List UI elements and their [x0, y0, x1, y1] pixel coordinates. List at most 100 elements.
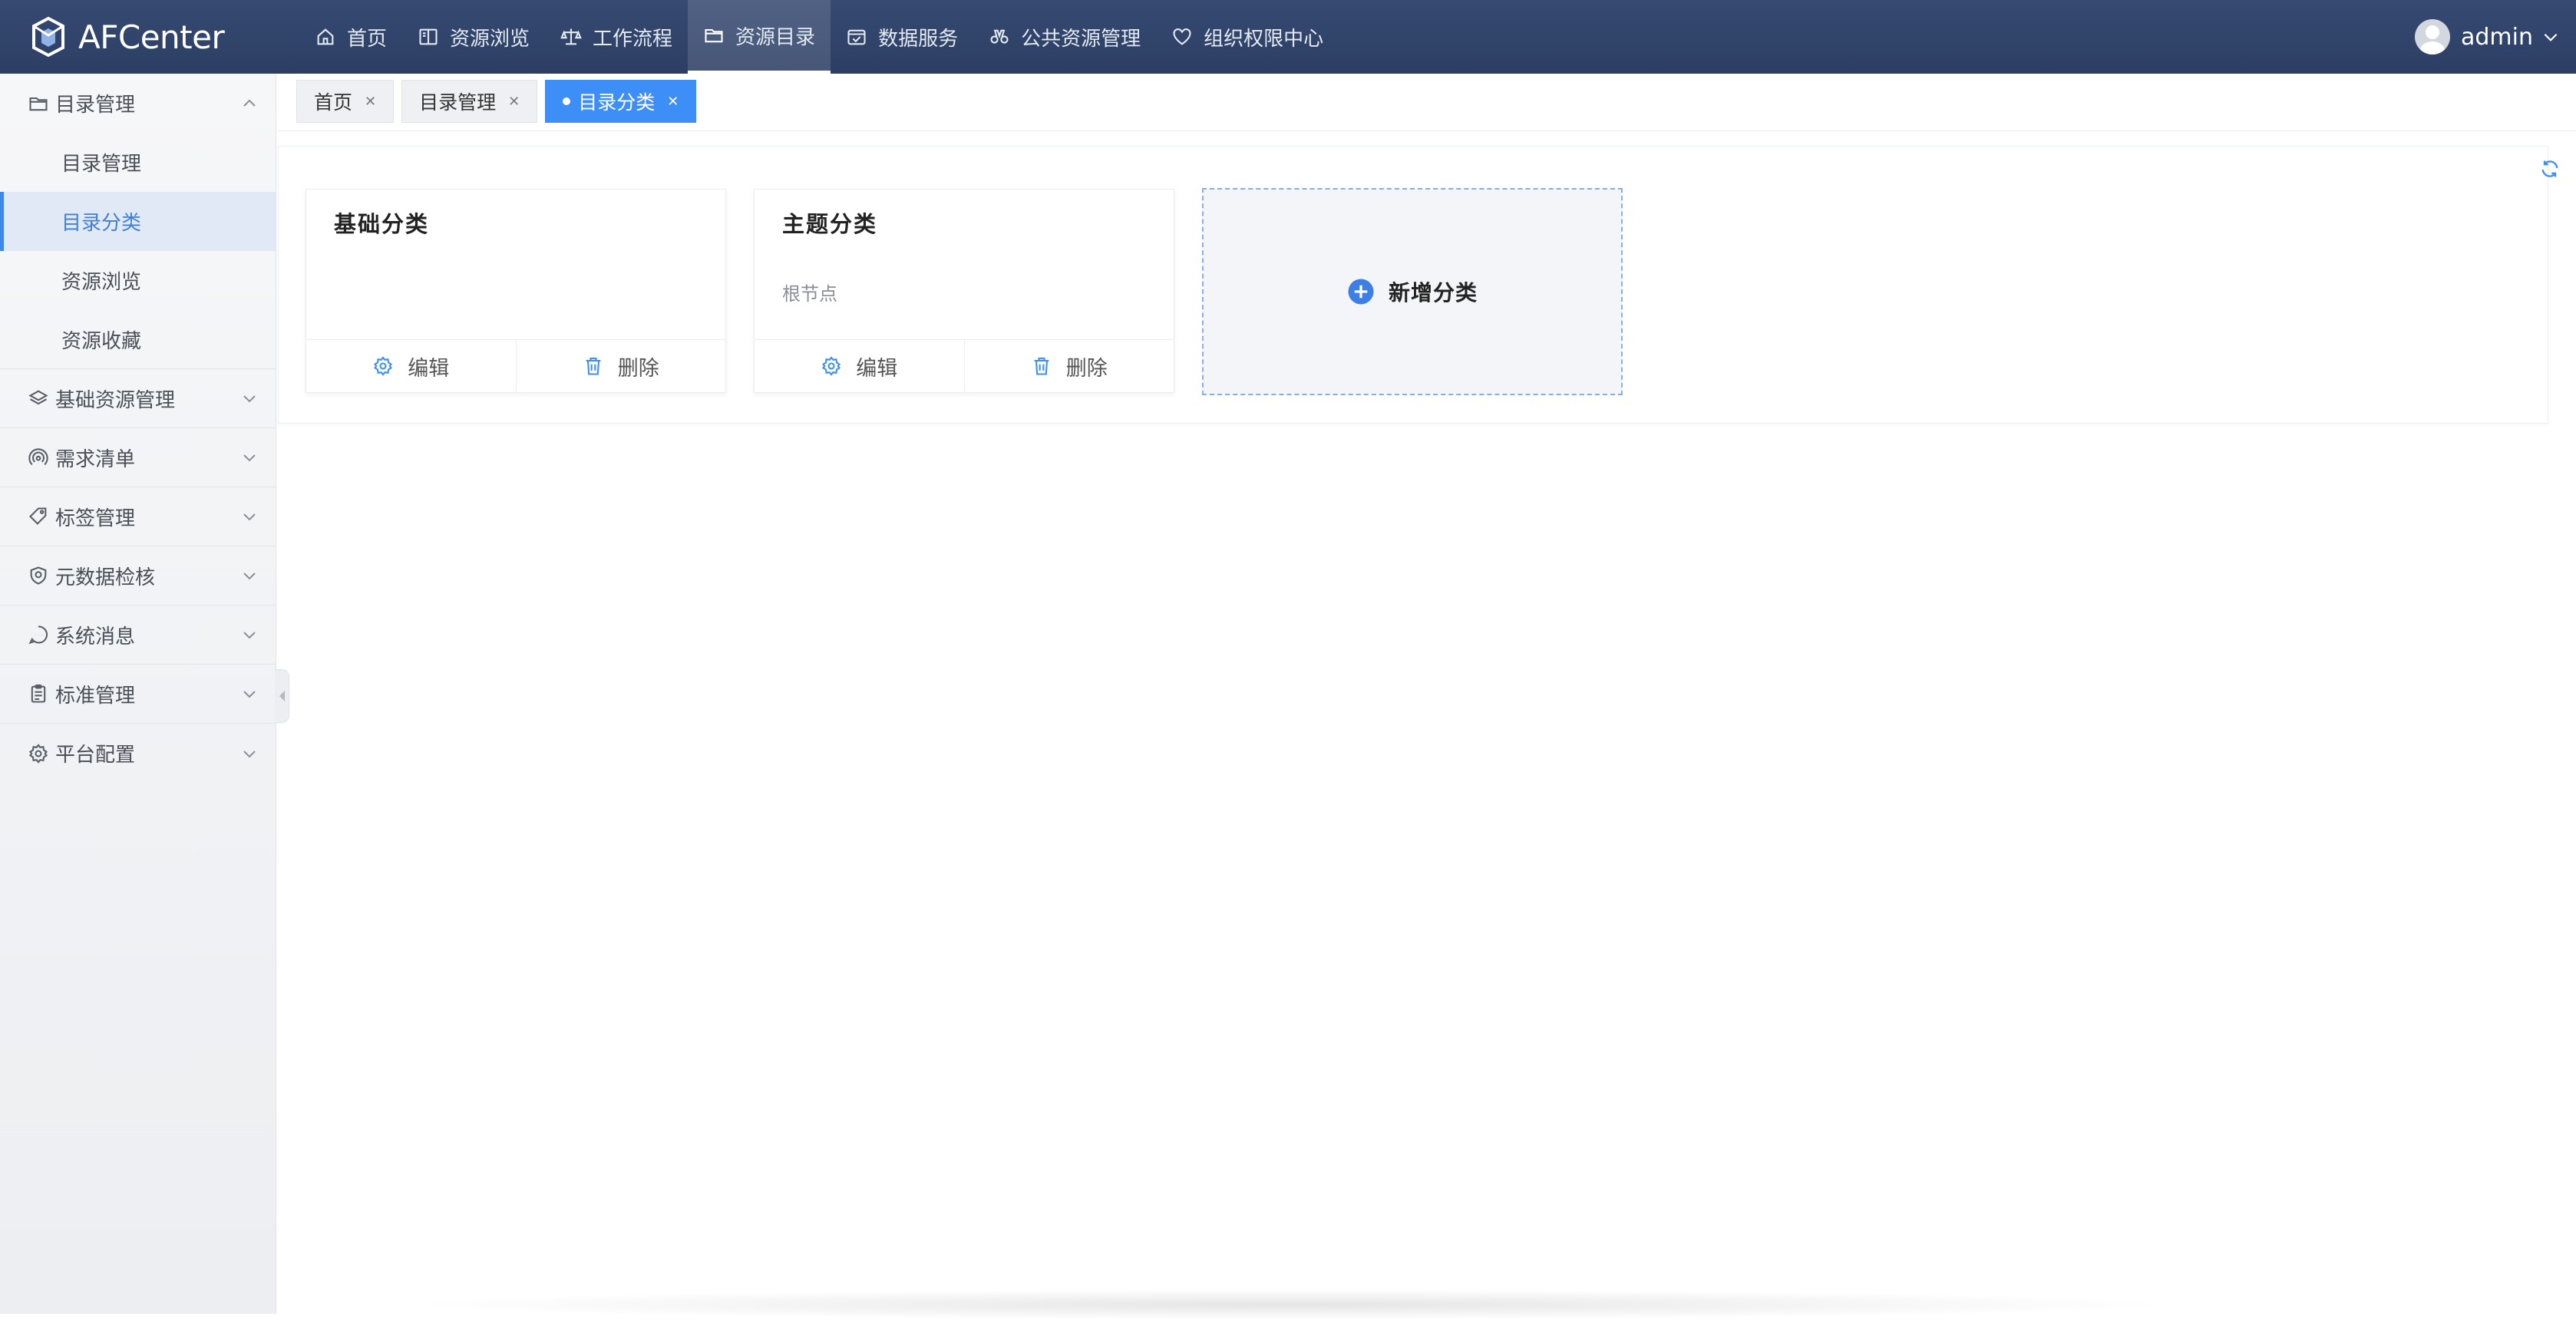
menu-title-label: 目录管理: [55, 94, 136, 117]
menu-title-label: 需求清单: [55, 447, 136, 471]
sidebar: 目录管理 目录管理 目录分类 资源浏览 资源收藏 基础资源管理 需求清单 标签管…: [0, 74, 276, 1314]
menu-title-catalog[interactable]: 目录管理: [0, 74, 276, 133]
page-tabs: 首页 ✕ 目录管理 ✕ 目录分类 ✕: [296, 80, 704, 123]
sidebar-item-resource-favorite[interactable]: 资源收藏: [0, 310, 276, 369]
bottom-shadow: [399, 1289, 2180, 1320]
main-nav: 首页 资源浏览 工作流程 资源目录 数据服务 公共资源管理 组织权限中心: [299, 0, 1339, 74]
trash-icon: [1034, 358, 1049, 375]
category-card: 基础分类 编辑 删除: [305, 189, 726, 393]
afcenter-logo-icon: [32, 16, 64, 58]
menu-title-label: 基础资源管理: [55, 388, 176, 412]
book-icon: [419, 28, 438, 45]
chevron-down-icon: [243, 750, 256, 757]
folder-icon: [29, 97, 48, 111]
card-actions: 编辑 删除: [306, 339, 725, 392]
gear-icon: [822, 356, 841, 376]
menu-title-tags[interactable]: 标签管理: [0, 487, 276, 546]
nav-item-label: 首页: [347, 27, 388, 51]
binoculars-icon: [990, 29, 1009, 44]
menu-title-system-messages[interactable]: 系统消息: [0, 606, 276, 665]
nav-item-workflow[interactable]: 工作流程: [545, 0, 688, 74]
menu-title-metadata-check[interactable]: 元数据检核: [0, 546, 276, 606]
menu-title-label: 标签管理: [55, 507, 136, 530]
folder-icon: [705, 28, 723, 43]
delete-label: 删除: [617, 356, 659, 381]
tag-icon: [29, 507, 47, 525]
plus-circle-icon: [1348, 279, 1374, 305]
menu-title-label: 元数据检核: [55, 566, 156, 589]
menu-group-catalog: 目录管理 目录管理 目录分类 资源浏览 资源收藏: [0, 74, 276, 369]
tab-label: 首页: [314, 91, 353, 114]
close-icon[interactable]: ✕: [667, 94, 679, 110]
tab-catalog-manage[interactable]: 目录管理 ✕: [401, 80, 538, 123]
signal-icon: [28, 448, 48, 466]
edit-label: 编辑: [856, 356, 898, 381]
menu-title-label: 系统消息: [55, 625, 136, 648]
top-navbar: AFCenter 首页 资源浏览 工作流程 资源目录 数据服务 公共资源管理 组…: [0, 0, 2576, 74]
menu-title-standards[interactable]: 标准管理: [0, 665, 276, 724]
scale-icon: [560, 28, 582, 45]
sidebar-collapse-handle[interactable]: [275, 669, 289, 723]
tabs-divider: [278, 130, 2576, 131]
tab-label: 目录管理: [419, 91, 497, 114]
menu-group-standards: 标准管理: [0, 665, 276, 724]
avatar: [2415, 19, 2450, 54]
close-icon[interactable]: ✕: [508, 94, 520, 110]
card-description: 根节点: [782, 283, 837, 305]
card-title: 基础分类: [334, 211, 430, 237]
delete-label: 删除: [1065, 356, 1108, 381]
nav-item-label: 资源浏览: [450, 27, 530, 51]
nav-item-home[interactable]: 首页: [299, 0, 402, 74]
shield-heart-icon: [1173, 28, 1191, 45]
nav-item-resource-browse[interactable]: 资源浏览: [402, 0, 545, 74]
sidebar-item-label: 目录管理: [61, 153, 142, 176]
nav-item-data-service[interactable]: 数据服务: [831, 0, 973, 74]
nav-item-resource-catalog[interactable]: 资源目录: [688, 0, 831, 74]
refresh-icon[interactable]: [2539, 158, 2561, 180]
sidebar-item-label: 目录分类: [61, 212, 142, 235]
active-dot-icon: [563, 97, 571, 105]
delete-button[interactable]: 删除: [963, 340, 1174, 392]
tab-home[interactable]: 首页 ✕: [296, 80, 395, 123]
card-title: 主题分类: [782, 211, 878, 237]
chevron-down-icon: [243, 513, 256, 521]
tab-catalog-category[interactable]: 目录分类 ✕: [545, 80, 697, 123]
nav-item-label: 数据服务: [878, 27, 959, 51]
sidebar-item-resource-browse[interactable]: 资源浏览: [0, 251, 276, 310]
user-menu[interactable]: admin: [2415, 0, 2561, 74]
app-name: AFCenter: [78, 18, 225, 56]
menu-title-label: 标准管理: [55, 684, 136, 708]
category-card: 主题分类 根节点 编辑 删除: [754, 189, 1174, 393]
close-icon[interactable]: ✕: [365, 94, 376, 110]
chevron-down-icon: [243, 454, 256, 462]
sidebar-item-catalog-manage[interactable]: 目录管理: [0, 133, 276, 192]
menu-title-platform-config[interactable]: 平台配置: [0, 724, 276, 783]
edit-button[interactable]: 编辑: [306, 340, 516, 392]
sidebar-item-catalog-category[interactable]: 目录分类: [0, 192, 276, 251]
nav-item-label: 资源目录: [735, 25, 816, 49]
chevron-down-icon: [243, 691, 256, 698]
calendar-check-icon: [847, 29, 866, 45]
home-icon: [317, 28, 334, 45]
add-category-label: 新增分类: [1388, 280, 1478, 305]
add-category-button[interactable]: 新增分类: [1202, 188, 1623, 395]
menu-title-label: 平台配置: [55, 744, 136, 767]
chevron-down-icon: [243, 632, 256, 639]
menu-group-tags: 标签管理: [0, 487, 276, 546]
nav-item-org-permission[interactable]: 组织权限中心: [1156, 0, 1339, 74]
sidebar-item-label: 资源浏览: [61, 271, 142, 294]
gear-icon: [374, 356, 393, 376]
menu-group-metadata-check: 元数据检核: [0, 546, 276, 606]
nav-item-label: 工作流程: [593, 27, 673, 51]
delete-button[interactable]: 删除: [515, 340, 726, 392]
trash-icon: [586, 358, 601, 375]
menu-group-basic-resource: 基础资源管理: [0, 369, 276, 428]
brand[interactable]: AFCenter: [0, 0, 278, 74]
nav-item-public-resource[interactable]: 公共资源管理: [973, 0, 1156, 74]
layers-icon: [28, 390, 48, 405]
edit-button[interactable]: 编辑: [755, 340, 964, 392]
menu-title-basic-resource[interactable]: 基础资源管理: [0, 369, 276, 428]
menu-title-requirements[interactable]: 需求清单: [0, 428, 276, 487]
tab-label: 目录分类: [578, 91, 656, 114]
card-actions: 编辑 删除: [755, 339, 1174, 392]
